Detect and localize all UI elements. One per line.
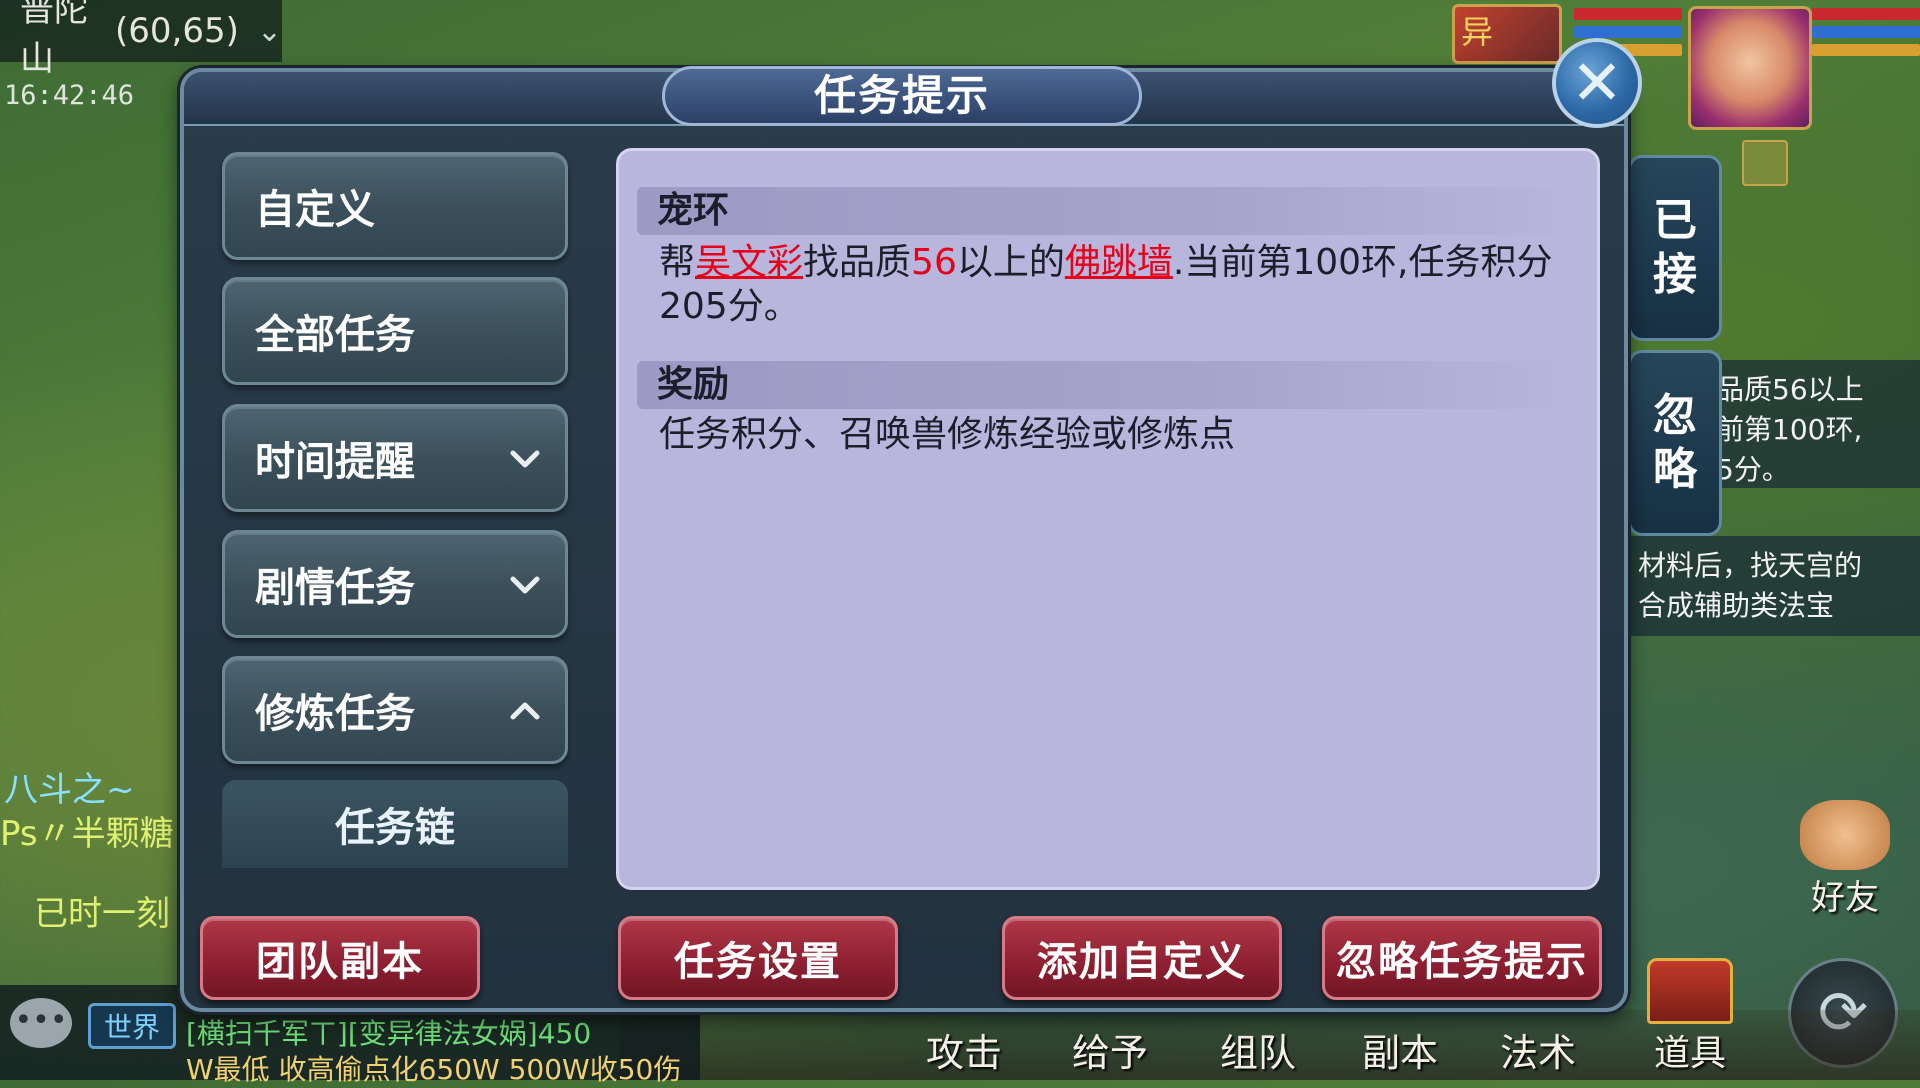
menu-time-reminder[interactable]: 时间提醒: [222, 404, 568, 512]
reward-header: 奖励: [637, 361, 1587, 409]
tab-accepted-label: 已接: [1653, 195, 1697, 300]
task-header: 宠环: [637, 187, 1587, 235]
player-portrait[interactable]: [1688, 6, 1812, 130]
game-clock: 16:42:46: [4, 80, 135, 111]
tab-accepted[interactable]: 已接: [1628, 155, 1722, 341]
items-button[interactable]: 道具: [1640, 958, 1740, 1080]
location-bar[interactable]: 普陀山 (60,65) ⌄: [0, 0, 282, 79]
spell-button[interactable]: 法术: [1500, 1022, 1576, 1077]
handshake-icon: [1800, 800, 1890, 870]
close-icon: ✕: [1571, 46, 1623, 119]
menu-all-tasks-label: 全部任务: [255, 312, 415, 358]
minimap-toggle-icon[interactable]: ⌄: [257, 14, 282, 49]
pet-hp-bar: [1574, 8, 1682, 20]
tracker-line: 合成辅助类法宝: [1638, 589, 1835, 622]
npc-link[interactable]: 吴文彩: [695, 242, 803, 283]
buff-icon[interactable]: [1742, 140, 1788, 186]
desc-prefix: 帮: [659, 242, 696, 283]
attack-button[interactable]: 攻击: [926, 1022, 1002, 1077]
quest-tracker-2[interactable]: 材料后，找天宫的 合成辅助类法宝: [1630, 536, 1920, 636]
menu-all-tasks[interactable]: 全部任务: [222, 277, 568, 385]
chat-message: W最低 收高偷点化650W 500W收50伤: [186, 1053, 682, 1086]
pet-mp-bar: [1574, 26, 1682, 38]
chat-message: [横扫千军ㄒ][变异律法女娲]450: [186, 1017, 592, 1050]
tracker-line: 品质56以上: [1716, 373, 1864, 406]
add-custom-button[interactable]: 添加自定义: [1002, 916, 1282, 1000]
quality-value: 56: [911, 242, 957, 283]
chat-channel-world[interactable]: 世界: [88, 1003, 176, 1049]
menu-story-tasks[interactable]: 剧情任务: [222, 530, 568, 638]
tracker-line: 前第100环,: [1716, 413, 1863, 446]
tracker-line: 5分。: [1716, 453, 1790, 486]
chevron-down-icon: [505, 439, 545, 479]
player-sp-bar: [1812, 44, 1920, 56]
player-mp-bar: [1812, 26, 1920, 38]
treasure-chest-icon: [1647, 958, 1733, 1024]
task-hint-dialog: 任务提示 自定义 全部任务 时间提醒 剧情任务 修炼任务 任务链 宠环 帮吴文彩…: [180, 66, 1628, 1012]
friends-label: 好友: [1811, 878, 1879, 918]
chat-name: Ps〃半颗糖: [0, 814, 174, 854]
chevron-up-icon: [505, 691, 545, 731]
desc-mid1: 找品质: [803, 242, 912, 283]
task-settings-button[interactable]: 任务设置: [618, 916, 898, 1000]
task-description: 帮吴文彩找品质56以上的佛跳墙.当前第100环,任务积分205分。: [659, 241, 1559, 329]
team-button[interactable]: 组队: [1220, 1022, 1296, 1077]
friends-button[interactable]: 好友: [1790, 800, 1900, 918]
pet-portrait[interactable]: 异: [1452, 4, 1562, 64]
location-name: 普陀山: [20, 0, 88, 79]
task-detail-panel: 宠环 帮吴文彩找品质56以上的佛跳墙.当前第100环,任务积分205分。 奖励 …: [616, 148, 1600, 890]
tab-ignore[interactable]: 忽略: [1628, 350, 1722, 536]
menu-time-reminder-label: 时间提醒: [255, 439, 415, 485]
item-link[interactable]: 佛跳墙: [1065, 242, 1173, 283]
items-label: 道具: [1653, 1033, 1726, 1074]
ignore-hint-button[interactable]: 忽略任务提示: [1322, 916, 1602, 1000]
dungeon-button[interactable]: 副本: [1362, 1022, 1438, 1077]
team-dungeon-button[interactable]: 团队副本: [200, 916, 480, 1000]
tab-ignore-label: 忽略: [1653, 390, 1697, 495]
chat-name: 已时一刻: [34, 894, 170, 934]
chevron-down-icon: [505, 565, 545, 605]
pet-badge: 异: [1461, 13, 1494, 51]
menu-task-chain[interactable]: 任务链: [222, 780, 568, 868]
chat-bubble-icon[interactable]: •••: [10, 998, 72, 1048]
close-button[interactable]: ✕: [1552, 38, 1642, 128]
menu-cultivation-tasks-label: 修炼任务: [255, 691, 415, 737]
tracker-line: 材料后，找天宫的: [1638, 549, 1863, 582]
menu-story-tasks-label: 剧情任务: [255, 565, 415, 611]
menu-custom[interactable]: 自定义: [222, 152, 568, 260]
chat-name: 八斗之~: [4, 770, 135, 810]
desc-mid2: 以上的: [956, 242, 1065, 283]
reward-description: 任务积分、召唤兽修炼经验或修炼点: [659, 414, 1236, 455]
location-coords: (60,65): [114, 11, 239, 51]
dialog-title: 任务提示: [662, 66, 1142, 126]
player-hp-bar: [1812, 8, 1920, 20]
menu-custom-label: 自定义: [255, 187, 375, 233]
give-button[interactable]: 给予: [1072, 1022, 1148, 1077]
menu-cultivation-tasks[interactable]: 修炼任务: [222, 656, 568, 764]
